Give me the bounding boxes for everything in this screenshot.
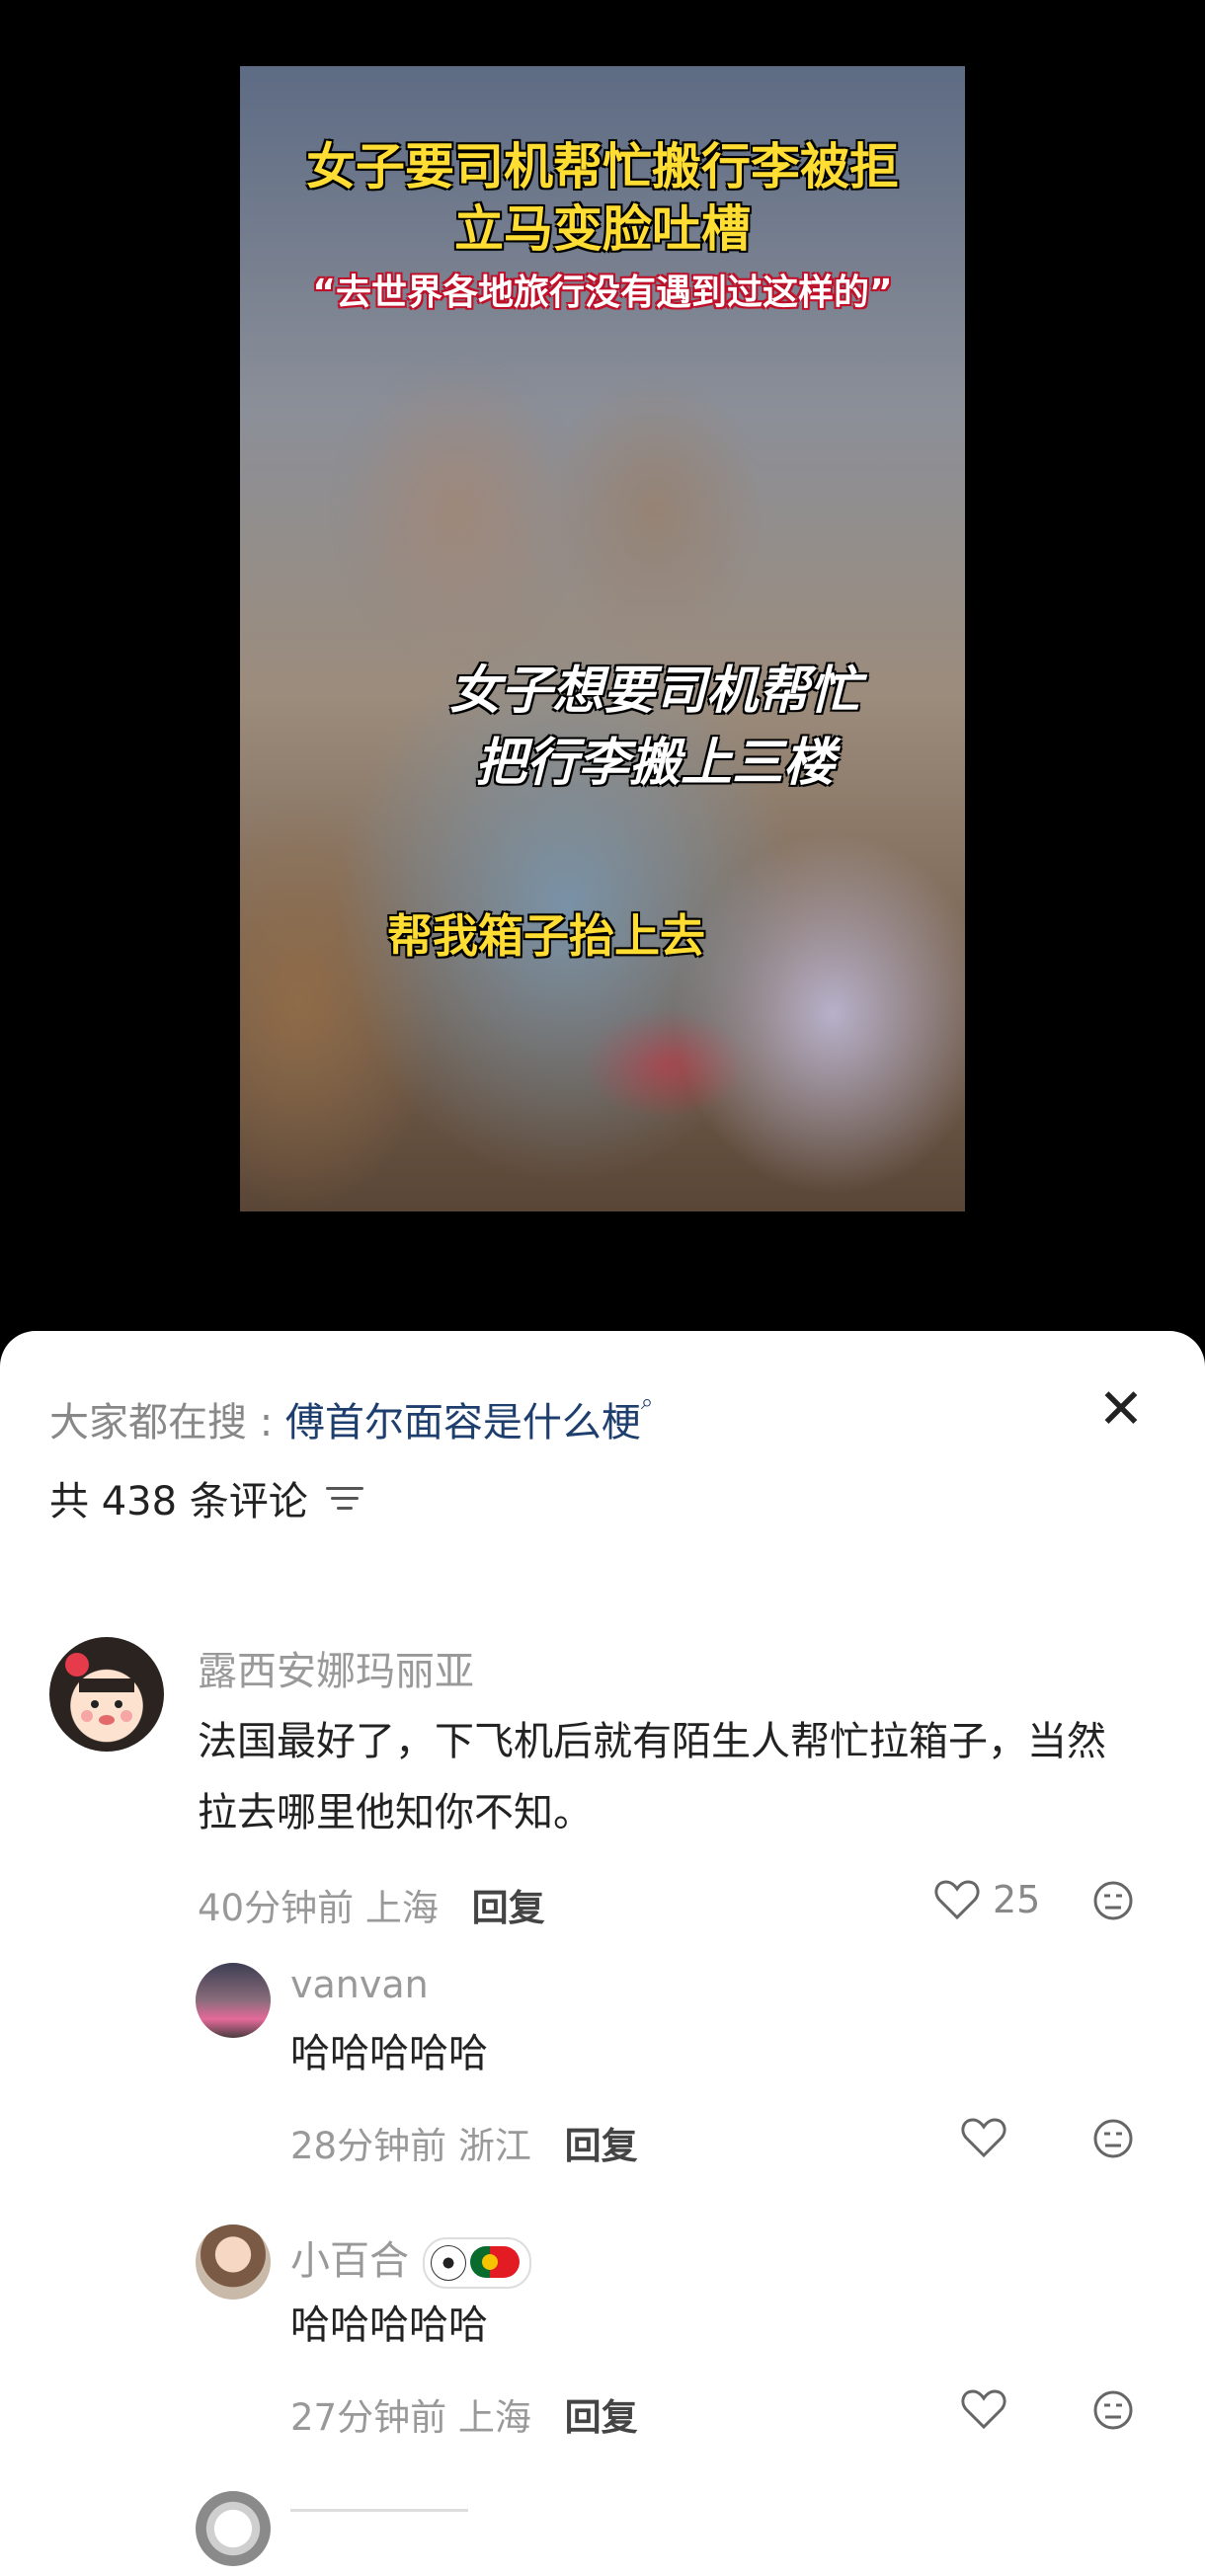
comment-location: 上海	[364, 1887, 439, 1929]
reply-username[interactable]: vanvan	[290, 1963, 429, 2006]
video-title-line2: 立马变脸吐槽	[454, 200, 751, 258]
like-count: 25	[993, 1878, 1041, 1921]
video-frame[interactable]: 女子要司机帮忙搬行李被拒 立马变脸吐槽 “去世界各地旅行没有遇到过这样的” 女子…	[240, 66, 965, 1211]
avatar[interactable]	[196, 1963, 271, 2038]
video-player[interactable]: 女子要司机帮忙搬行李被拒 立马变脸吐槽 “去世界各地旅行没有遇到过这样的” 女子…	[0, 0, 1205, 1343]
video-title-line1: 女子要司机帮忙搬行李被拒	[306, 138, 899, 195]
reply-text[interactable]: 哈哈哈哈哈	[290, 2018, 1081, 2089]
trending-search-prefix: 大家都在搜 :	[49, 1400, 274, 1445]
comments-sheet: 大家都在搜 : 傅首尔面容是什么梗⌕ ✕ 共 438 条评论 露西安娜玛丽亚 法…	[0, 1331, 1205, 2576]
reply-time: 27分钟前	[290, 2396, 447, 2439]
comment-time: 40分钟前	[198, 1887, 355, 1929]
heart-icon	[961, 2389, 1006, 2430]
reply-time: 28分钟前	[290, 2125, 447, 2167]
reply-meta: 27分钟前 上海 回复	[290, 2387, 638, 2441]
like-button[interactable]	[960, 2116, 1007, 2159]
filter-icon[interactable]	[325, 1483, 363, 1513]
avatar[interactable]	[196, 2225, 271, 2300]
reply-button[interactable]: 回复	[565, 2396, 638, 2439]
video-subtitle-line1: 女子想要司机帮忙	[448, 662, 860, 721]
comment-count-label: 共 438 条评论	[49, 1479, 308, 1524]
trending-search-term[interactable]: 傅首尔面容是什么梗	[285, 1400, 641, 1445]
reply-location: 上海	[457, 2396, 531, 2439]
like-button[interactable]	[960, 2387, 1007, 2431]
dislike-icon[interactable]	[1092, 2118, 1134, 2159]
avatar[interactable]	[196, 2491, 271, 2566]
video-subtitle-line2: 把行李搬上三楼	[474, 734, 835, 793]
comment-meta: 40分钟前 上海 回复	[198, 1878, 545, 1931]
comment-username[interactable]: 露西安娜玛丽亚	[198, 1639, 474, 1696]
reply-button[interactable]: 回复	[472, 1887, 545, 1929]
username-placeholder	[290, 2509, 468, 2512]
search-icon: ⌕	[640, 1390, 654, 1415]
avatar[interactable]	[49, 1637, 164, 1752]
heart-icon	[961, 2118, 1006, 2158]
dislike-icon[interactable]	[1092, 1880, 1134, 1921]
avatar-cartoon-icon	[65, 1653, 136, 1736]
close-icon[interactable]: ✕	[1091, 1380, 1151, 1440]
reply-location: 浙江	[457, 2125, 531, 2167]
like-button[interactable]: 25	[933, 1878, 1040, 1921]
heart-icon	[934, 1880, 980, 1920]
reply-username-text: 小百合	[290, 2238, 409, 2284]
comment-count[interactable]: 共 438 条评论	[49, 1469, 363, 1526]
reply-button[interactable]: 回复	[565, 2125, 638, 2167]
reply-username[interactable]: 小百合	[290, 2228, 531, 2289]
reply-meta: 28分钟前 浙江 回复	[290, 2116, 638, 2169]
soccer-portugal-badge-icon	[423, 2237, 531, 2289]
comment-text[interactable]: 法国最好了，下飞机后就有陌生人帮忙拉箱子，当然拉去哪里他知你不知。	[198, 1706, 1136, 1848]
video-quote: “去世界各地旅行没有遇到过这样的”	[312, 273, 893, 313]
blurred-face	[339, 362, 576, 659]
dislike-icon[interactable]	[1092, 2389, 1134, 2431]
reply-text[interactable]: 哈哈哈哈哈	[290, 2290, 1081, 2361]
trending-search[interactable]: 大家都在搜 : 傅首尔面容是什么梗⌕	[49, 1390, 653, 1447]
video-dialogue: 帮我箱子抬上去	[387, 909, 705, 963]
